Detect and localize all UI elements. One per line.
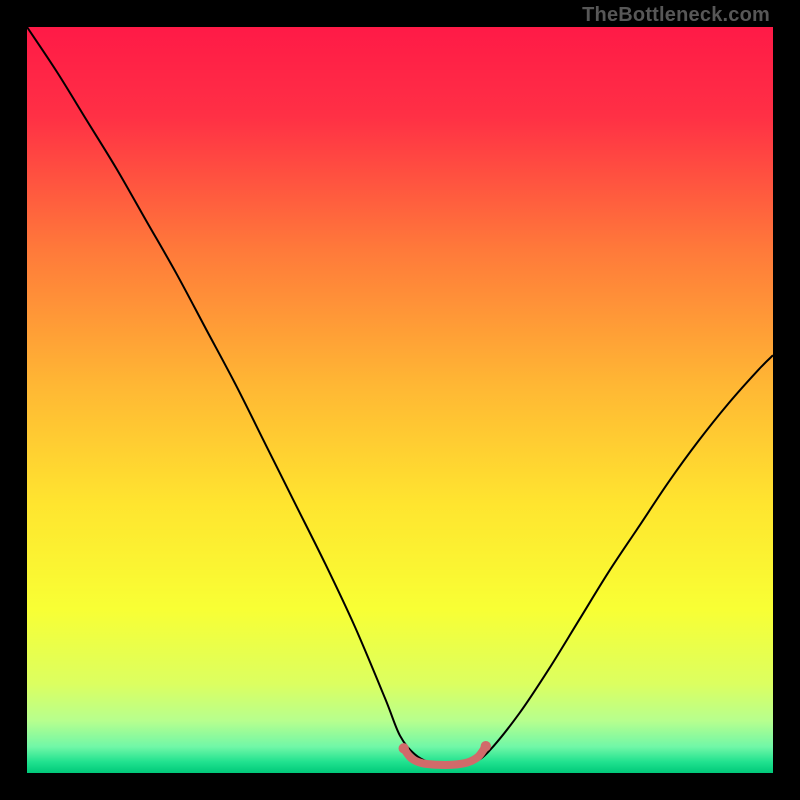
chart-frame: TheBottleneck.com xyxy=(0,0,800,800)
marker-dot xyxy=(399,743,409,753)
bottleneck-chart xyxy=(27,27,773,773)
watermark-text: TheBottleneck.com xyxy=(582,4,770,27)
gradient-background xyxy=(27,27,773,773)
marker-dot xyxy=(481,741,491,751)
plot-area xyxy=(27,27,773,773)
